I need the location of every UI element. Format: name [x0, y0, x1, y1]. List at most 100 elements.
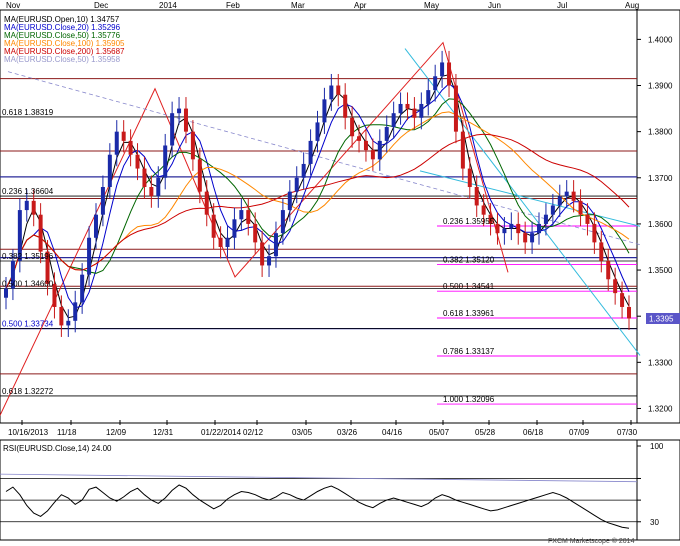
candle-body: [578, 200, 583, 215]
candle-body: [87, 237, 92, 275]
date-label: 12/09: [106, 428, 127, 437]
candle-body: [564, 191, 569, 197]
candle-body: [267, 256, 272, 266]
date-label: 04/16: [382, 428, 403, 437]
candle-body: [440, 62, 445, 77]
candle-body: [121, 131, 126, 141]
eurusd-chart: 0.618 1.38319 0.236 1.36604 0.382 1.35196 0…: [0, 1, 680, 545]
candle-body: [516, 223, 521, 234]
candle-body: [287, 191, 292, 211]
candle-body: [537, 223, 542, 234]
candle-body: [142, 168, 147, 188]
date-label: 02/12: [243, 428, 264, 437]
candle-body: [31, 200, 36, 215]
month-label: Aug: [625, 1, 639, 10]
month-label: 2014: [159, 1, 177, 10]
candle-body: [100, 187, 105, 215]
candle-body: [107, 154, 112, 188]
last-price-label: 1.3395: [649, 315, 674, 324]
candle-body: [495, 223, 500, 234]
legend: MA(EURUSD.Open,10) 1.34757MA(EURUSD.Clos…: [4, 15, 125, 64]
y-tick-label: 1.3500: [648, 266, 673, 275]
month-label: Dec: [94, 1, 108, 10]
candle-body: [350, 117, 355, 137]
candle-body: [571, 191, 576, 201]
rsi-label: RSI(EURUSD.Close,14) 24.00: [3, 444, 112, 453]
candle-body: [308, 140, 313, 164]
candle-body: [73, 302, 78, 321]
left-fib-label: 0.618 1.38319: [2, 108, 54, 117]
right-fib-label: 0.500 1.34541: [443, 282, 495, 291]
candle-body: [329, 85, 334, 100]
month-label: Jul: [557, 1, 567, 10]
month-label: May: [424, 1, 439, 10]
candle-body: [190, 131, 195, 160]
candle-body: [363, 140, 368, 151]
rsi-y-label: 30: [650, 518, 659, 527]
candle-body: [246, 210, 251, 224]
month-label: Apr: [354, 1, 367, 10]
candle-body: [370, 150, 375, 160]
right-fib-label: 0.236 1.35955: [443, 217, 495, 226]
date-label: 05/07: [429, 428, 450, 437]
candle-body: [232, 219, 237, 238]
candle-body: [613, 279, 618, 294]
candle-body: [523, 233, 528, 243]
candle-body: [585, 214, 590, 224]
candle-body: [163, 145, 168, 178]
candle-body: [280, 210, 285, 234]
candle-body: [322, 99, 327, 123]
candle-body: [197, 159, 202, 192]
candle-body: [294, 177, 299, 192]
date-label: 03/26: [337, 428, 358, 437]
right-fib-label: 1.000 1.32096: [443, 395, 495, 404]
candle-body: [204, 191, 209, 215]
date-label: 11/18: [57, 428, 77, 437]
candle-body: [218, 237, 223, 247]
candle-body: [599, 242, 604, 261]
date-label: 06/18: [523, 428, 544, 437]
candle-body: [426, 90, 431, 104]
candle-body: [460, 131, 465, 169]
date-label: 07/30: [617, 428, 638, 437]
candle-body: [433, 76, 438, 91]
candle-body: [391, 113, 396, 128]
candle-body: [377, 140, 382, 160]
right-fib-label: 0.786 1.33137: [443, 347, 495, 356]
candle-body: [225, 237, 230, 247]
watermark: FXCM Marketscope © 2014: [548, 537, 635, 545]
candle-body: [170, 113, 175, 146]
candle-body: [80, 274, 85, 303]
date-label: 12/31: [153, 428, 174, 437]
candle-body: [357, 136, 362, 141]
candle-body: [128, 140, 133, 155]
candle-body: [467, 168, 472, 188]
candle-body: [336, 85, 341, 95]
candle-body: [239, 210, 244, 220]
month-label: Mar: [291, 1, 305, 10]
candle-body: [343, 94, 348, 118]
candle-body: [543, 214, 548, 224]
candle-body: [38, 214, 43, 252]
y-tick-label: 1.3900: [648, 82, 673, 91]
candle-body: [405, 103, 410, 109]
month-label: Feb: [226, 1, 240, 10]
month-label: Jun: [488, 1, 501, 10]
candle-body: [93, 214, 98, 238]
candle-body: [211, 214, 216, 238]
candle-body: [557, 196, 562, 206]
y-tick-label: 1.4000: [648, 35, 673, 44]
date-label: 05/28: [475, 428, 496, 437]
candle-body: [114, 131, 119, 155]
rsi-y-label: 100: [650, 442, 664, 451]
candle-body: [412, 108, 417, 118]
right-fib-label: 0.382 1.35120: [443, 256, 495, 265]
candle-body: [509, 223, 514, 229]
candle-body: [481, 205, 486, 215]
candle-body: [4, 288, 8, 298]
legend-entry: MA(EURUSD.Close,50) 1.35958: [4, 55, 121, 64]
left-fib-label: 0.500 1.33734: [2, 319, 54, 328]
candle-body: [620, 293, 625, 307]
candle-body: [253, 223, 258, 243]
candle-body: [156, 177, 161, 197]
